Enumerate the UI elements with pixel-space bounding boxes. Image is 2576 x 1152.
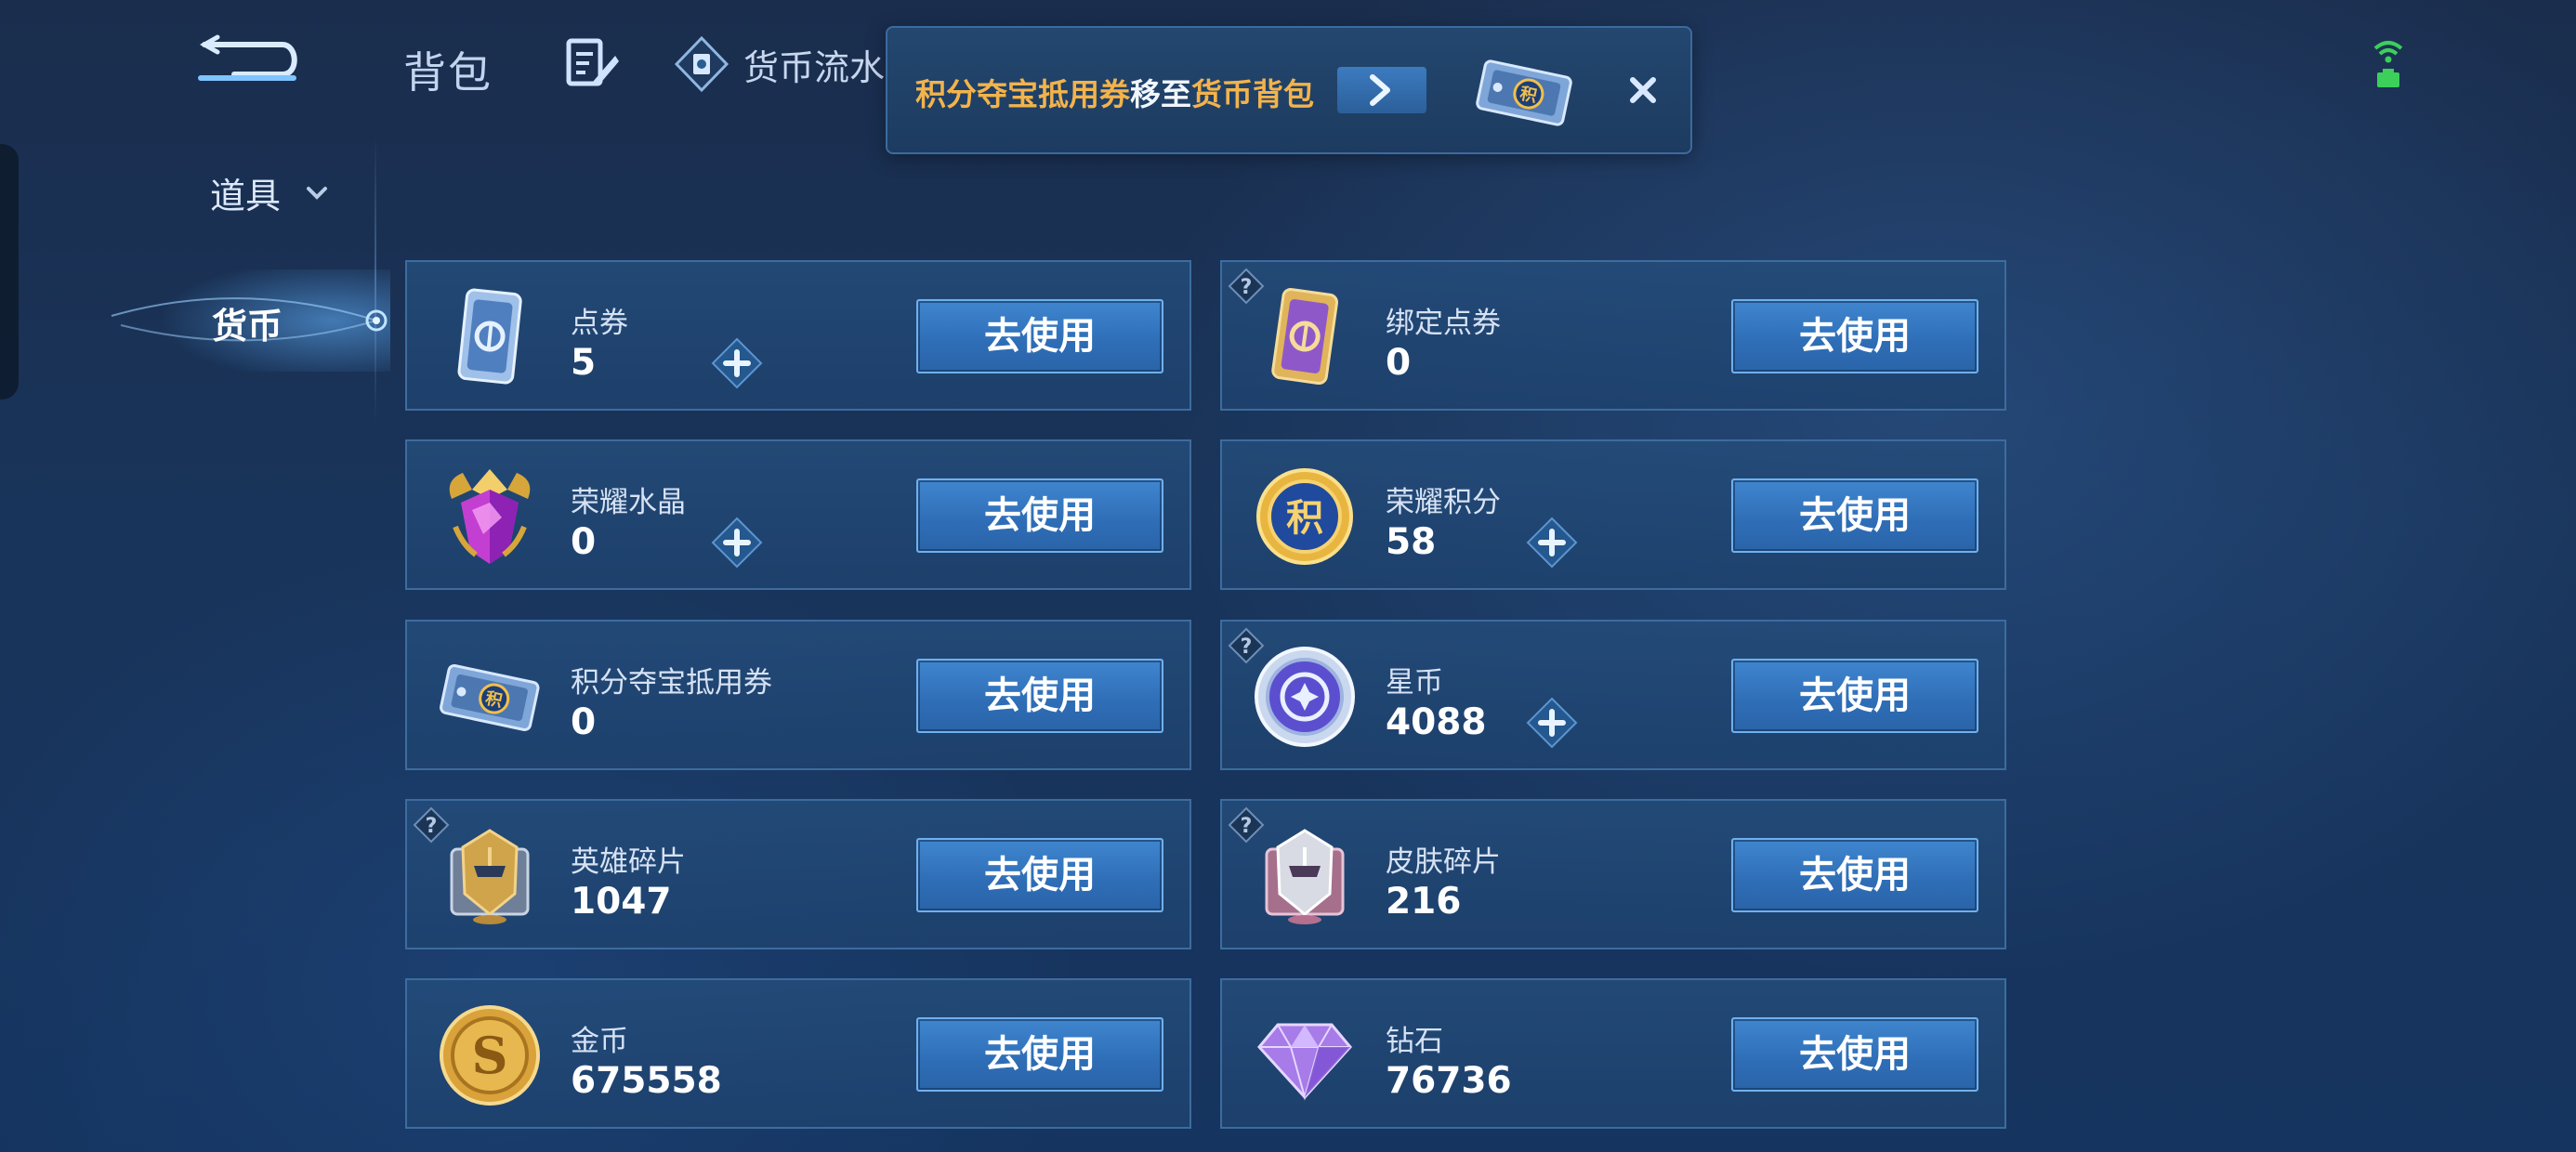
currency-name: 积分夺宝抵用券: [571, 666, 772, 700]
use-button[interactable]: 去使用: [1731, 659, 1978, 733]
currency-card-glory-crystal: 荣耀水晶 0 去使用: [405, 439, 1191, 590]
currency-name: 荣耀积分: [1386, 486, 1501, 519]
use-button[interactable]: 去使用: [916, 838, 1163, 912]
currency-card-lottery-voucher: 积 积分夺宝抵用券 0 去使用: [405, 620, 1191, 770]
use-button[interactable]: 去使用: [1731, 299, 1978, 373]
currency-amount: 216: [1386, 881, 1462, 923]
currency-amount: 5: [571, 342, 597, 384]
currency-name: 金币: [571, 1025, 628, 1058]
plus-icon[interactable]: [710, 336, 764, 390]
svg-text:S: S: [472, 1026, 508, 1085]
coupon-icon: [457, 288, 522, 385]
currency-card-star-coin: ? 星币 4088 去使用: [1220, 620, 2006, 770]
currency-amount: 0: [1386, 342, 1412, 384]
svg-text:积: 积: [1286, 497, 1323, 540]
currency-name: 星币: [1386, 666, 1443, 700]
currency-amount: 675558: [571, 1060, 722, 1102]
use-button[interactable]: 去使用: [916, 659, 1163, 733]
currency-amount: 0: [571, 701, 597, 743]
lottery-voucher-icon: 积: [440, 663, 540, 731]
currency-name: 英雄碎片: [571, 845, 686, 879]
currency-card-bound-coupon: ? 绑定点券 0 去使用: [1220, 260, 2006, 411]
currency-name: 钻石: [1386, 1025, 1443, 1058]
glory-crystal-icon: [449, 469, 531, 564]
currency-amount: 4088: [1386, 701, 1487, 743]
use-button[interactable]: 去使用: [1731, 1017, 1978, 1092]
currency-name: 点券: [571, 307, 628, 340]
currency-card-skin-fragment: ? 皮肤碎片 216 去使用: [1220, 799, 2006, 949]
use-button[interactable]: 去使用: [916, 1017, 1163, 1092]
use-button[interactable]: 去使用: [916, 299, 1163, 373]
plus-icon[interactable]: [1525, 696, 1579, 750]
plus-icon[interactable]: [710, 516, 764, 569]
glory-points-icon: 积: [1256, 468, 1353, 565]
currency-name: 皮肤碎片: [1386, 845, 1501, 879]
currency-amount: 58: [1386, 521, 1437, 563]
currency-amount: 0: [571, 521, 597, 563]
use-button[interactable]: 去使用: [1731, 838, 1978, 912]
currency-amount: 76736: [1386, 1060, 1512, 1102]
use-button[interactable]: 去使用: [1731, 478, 1978, 553]
star-coin-icon: [1255, 647, 1355, 747]
hero-fragment-icon: [450, 829, 530, 924]
gold-coin-icon: S: [440, 1005, 540, 1106]
currency-card-gold-coin: S 金币 675558 去使用: [405, 978, 1191, 1129]
plus-icon[interactable]: [1525, 516, 1579, 569]
bound-coupon-icon: [1271, 287, 1339, 386]
currency-grid: 点券 5 去使用 ? 绑定点券 0 去使用 荣耀水晶 0 去使用 积 荣耀积分 …: [0, 0, 2576, 1152]
currency-card-glory-points: 积 荣耀积分 58 去使用: [1220, 439, 2006, 590]
currency-name: 荣耀水晶: [571, 486, 686, 519]
diamond-icon: [1257, 1023, 1352, 1101]
skin-fragment-icon: [1265, 829, 1345, 924]
currency-amount: 1047: [571, 881, 672, 923]
currency-card-hero-fragment: ? 英雄碎片 1047 去使用: [405, 799, 1191, 949]
currency-name: 绑定点券: [1386, 307, 1501, 340]
use-button[interactable]: 去使用: [916, 478, 1163, 553]
currency-card-diamond: 钻石 76736 去使用: [1220, 978, 2006, 1129]
currency-card-coupon: 点券 5 去使用: [405, 260, 1191, 411]
